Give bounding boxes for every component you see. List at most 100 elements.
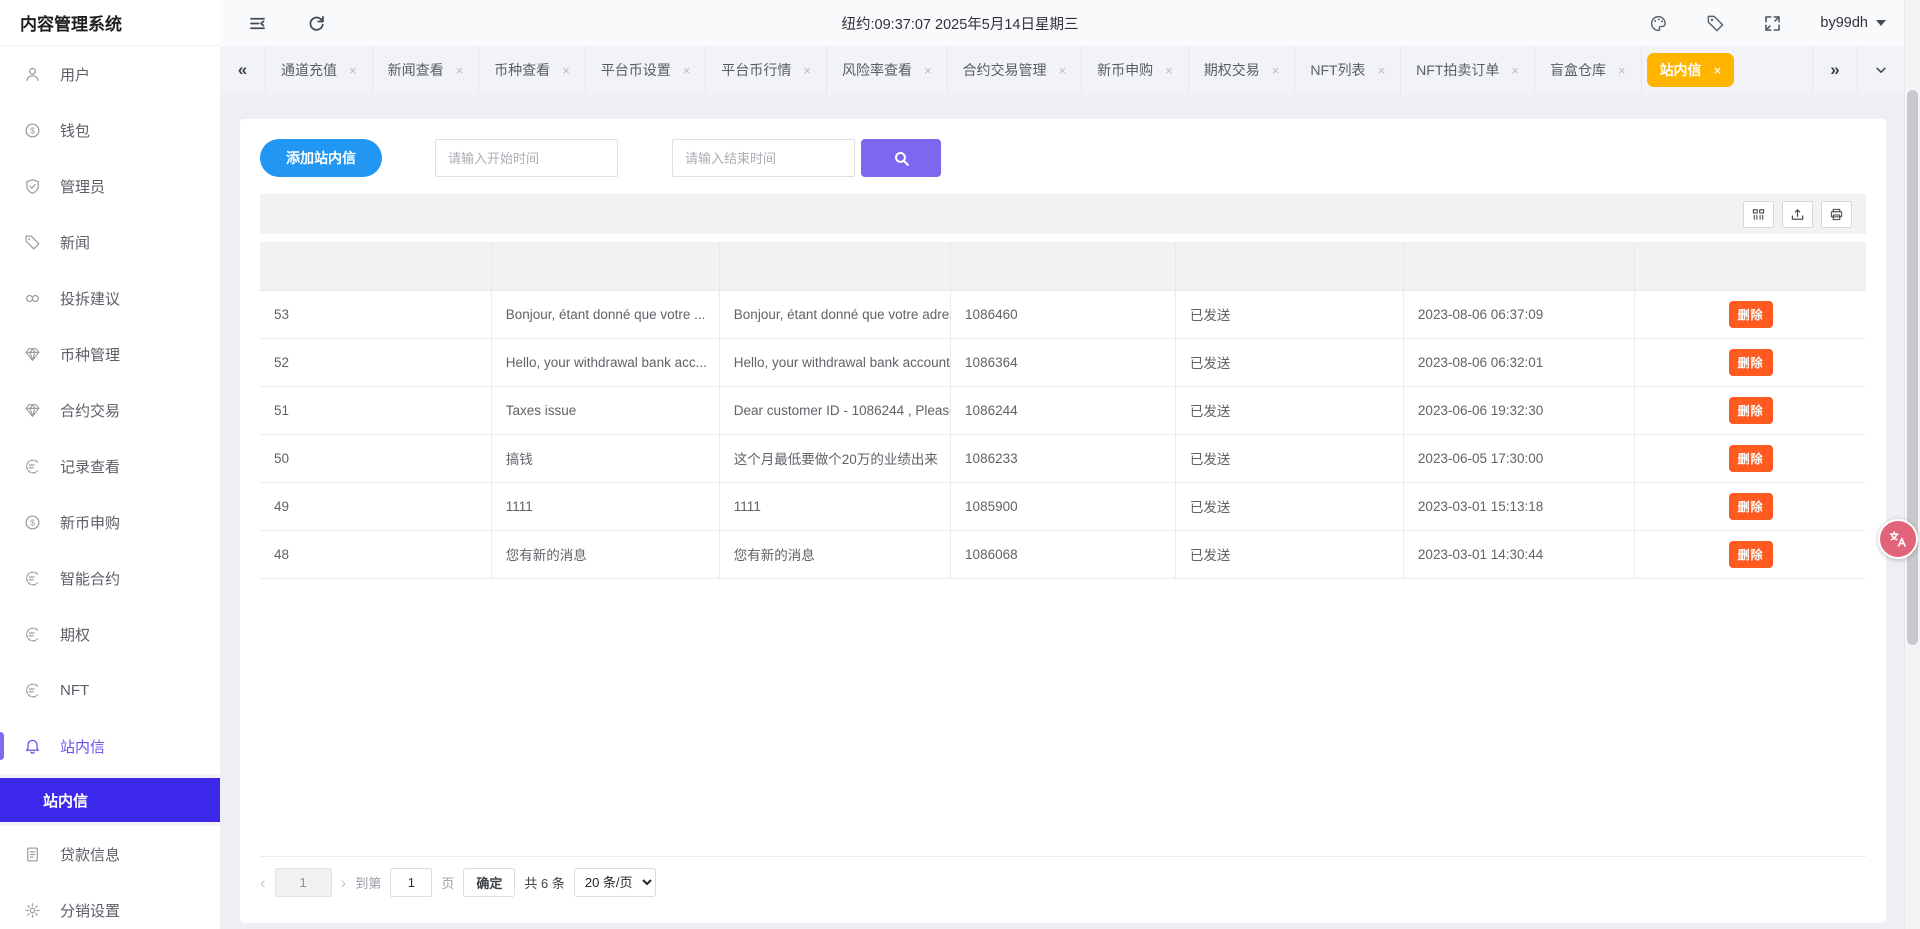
- sidebar-item-options[interactable]: 期权: [0, 606, 220, 662]
- sidebar-item-smart-contract[interactable]: 智能合约: [0, 550, 220, 606]
- tab-close-icon[interactable]: ×: [1511, 63, 1519, 78]
- search-icon: [893, 150, 910, 167]
- tab-news-view[interactable]: 新闻查看 ×: [373, 46, 480, 94]
- sidebar-item-icon: [24, 570, 41, 587]
- delete-button[interactable]: 删除: [1729, 397, 1773, 424]
- sidebar-item-wallet[interactable]: $ 钱包: [0, 102, 220, 158]
- translate-fab-button[interactable]: [1878, 519, 1918, 559]
- sidebar-item-contract-trade[interactable]: 合约交易: [0, 382, 220, 438]
- goto-confirm-button[interactable]: 确定: [463, 868, 515, 897]
- sidebar-item-label: 投拆建议: [60, 288, 120, 309]
- sidebar-item-distribution-settings[interactable]: 分销设置: [0, 882, 220, 929]
- next-page-button[interactable]: ›: [341, 874, 347, 891]
- tabs-dropdown-button[interactable]: [1858, 46, 1904, 94]
- tab-close-icon[interactable]: ×: [1378, 63, 1386, 78]
- export-button[interactable]: [1782, 201, 1813, 228]
- sidebar-item-icon: [24, 346, 41, 363]
- user-menu[interactable]: by99dh: [1820, 15, 1886, 31]
- tab-label: 平台币设置: [601, 60, 671, 80]
- tab-blindbox-warehouse[interactable]: 盲盒仓库 ×: [1535, 46, 1642, 94]
- tab-close-icon[interactable]: ×: [1714, 63, 1722, 78]
- sidebar-item-icon: [24, 234, 41, 251]
- goto-page-input[interactable]: [390, 868, 432, 897]
- cell-actions: 删除: [1635, 386, 1866, 434]
- sidebar-item-admins[interactable]: 管理员: [0, 158, 220, 214]
- tab-close-icon[interactable]: ×: [562, 63, 570, 78]
- refresh-icon[interactable]: [307, 14, 326, 33]
- tabs-scroll-right-button[interactable]: »: [1812, 46, 1858, 94]
- tab-close-icon[interactable]: ×: [456, 63, 464, 78]
- tab-nft-auction-orders[interactable]: NFT拍卖订单 ×: [1401, 46, 1535, 94]
- sidebar-item-new-coin-subscribe[interactable]: $ 新币申购: [0, 494, 220, 550]
- page-size-select[interactable]: 20 条/页: [574, 868, 656, 897]
- sidebar-item-icon: [24, 66, 41, 83]
- add-message-button[interactable]: 添加站内信: [260, 139, 382, 177]
- delete-button[interactable]: 删除: [1729, 349, 1773, 376]
- table-row: 53 Bonjour, étant donné que votre ... Bo…: [260, 290, 1866, 338]
- delete-button[interactable]: 删除: [1729, 541, 1773, 568]
- scrollbar-thumb[interactable]: [1907, 90, 1918, 645]
- delete-button[interactable]: 删除: [1729, 301, 1773, 328]
- tab-close-icon[interactable]: ×: [1059, 63, 1067, 78]
- tab-close-icon[interactable]: ×: [924, 63, 932, 78]
- tab-options-trade[interactable]: 期权交易 ×: [1189, 46, 1296, 94]
- fullscreen-icon[interactable]: [1763, 14, 1782, 33]
- tab-close-icon[interactable]: ×: [349, 63, 357, 78]
- toggle-columns-button[interactable]: [1743, 201, 1774, 228]
- sidebar-item-site-message[interactable]: 站内信: [0, 718, 220, 774]
- sidebar-subitem-site-message[interactable]: 站内信: [0, 778, 220, 822]
- tab-close-icon[interactable]: ×: [1272, 63, 1280, 78]
- table-tools-strip: [260, 194, 1866, 234]
- start-time-input[interactable]: [435, 139, 618, 177]
- cell-id: 50: [260, 434, 491, 482]
- cell-id: 48: [260, 530, 491, 578]
- sidebar-item-icon: [24, 902, 41, 919]
- theme-palette-icon[interactable]: [1649, 14, 1668, 33]
- end-time-input[interactable]: [672, 139, 855, 177]
- tab-site-message[interactable]: 站内信 ×: [1647, 53, 1735, 87]
- delete-button[interactable]: 删除: [1729, 493, 1773, 520]
- tabs-scroll-left-button[interactable]: «: [220, 46, 266, 94]
- tab-risk-rate-view[interactable]: 风险率查看 ×: [827, 46, 948, 94]
- sidebar-item-coin-manage[interactable]: 币种管理: [0, 326, 220, 382]
- tab-channel-recharge[interactable]: 通道充值 ×: [266, 46, 373, 94]
- sidebar-item-record-view[interactable]: 记录查看: [0, 438, 220, 494]
- tab-close-icon[interactable]: ×: [1618, 63, 1626, 78]
- sidebar-item-news[interactable]: 新闻: [0, 214, 220, 270]
- tab-close-icon[interactable]: ×: [803, 63, 811, 78]
- cell-content: Bonjour, étant donné que votre adres: [719, 290, 950, 338]
- search-button[interactable]: [861, 139, 941, 177]
- sidebar-item-loan-info[interactable]: 贷款信息: [0, 826, 220, 882]
- tab-close-icon[interactable]: ×: [1165, 63, 1173, 78]
- columns-grid-icon: [1751, 207, 1766, 222]
- tab-platform-coin-settings[interactable]: 平台币设置 ×: [586, 46, 707, 94]
- prev-page-button[interactable]: ‹: [260, 874, 266, 891]
- delete-button[interactable]: 删除: [1729, 445, 1773, 472]
- cell-actions: 删除: [1635, 290, 1866, 338]
- sidebar-collapse-icon[interactable]: [248, 14, 267, 33]
- chevron-down-icon: [1874, 63, 1888, 77]
- column-header: [951, 242, 1176, 290]
- sidebar-item-icon: $: [24, 514, 41, 531]
- table-header-row: [260, 242, 1866, 290]
- cell-recipient: 1086364: [951, 338, 1176, 386]
- cell-created: 2023-03-01 14:30:44: [1403, 530, 1634, 578]
- sidebar-item-label: 币种管理: [60, 344, 120, 365]
- cell-created: 2023-08-06 06:37:09: [1403, 290, 1634, 338]
- sidebar-item-label: 新闻: [60, 232, 90, 253]
- tag-icon[interactable]: [1706, 14, 1725, 33]
- print-button[interactable]: [1821, 201, 1852, 228]
- tab-new-coin-subscribe[interactable]: 新币申购 ×: [1082, 46, 1189, 94]
- sidebar-item-users[interactable]: 用户: [0, 46, 220, 102]
- sidebar-item-label: 贷款信息: [60, 844, 120, 865]
- current-page-button[interactable]: 1: [275, 868, 332, 897]
- sidebar-item-nft[interactable]: NFT: [0, 662, 220, 718]
- goto-suffix-label: 页: [441, 873, 454, 892]
- tab-contract-trade-manage[interactable]: 合约交易管理 ×: [948, 46, 1083, 94]
- tab-nft-list[interactable]: NFT列表 ×: [1295, 46, 1401, 94]
- tab-close-icon[interactable]: ×: [683, 63, 691, 78]
- tab-coin-view[interactable]: 币种查看 ×: [479, 46, 586, 94]
- column-header: [491, 242, 719, 290]
- sidebar-item-feedback[interactable]: 投拆建议: [0, 270, 220, 326]
- tab-platform-coin-market[interactable]: 平台币行情 ×: [706, 46, 827, 94]
